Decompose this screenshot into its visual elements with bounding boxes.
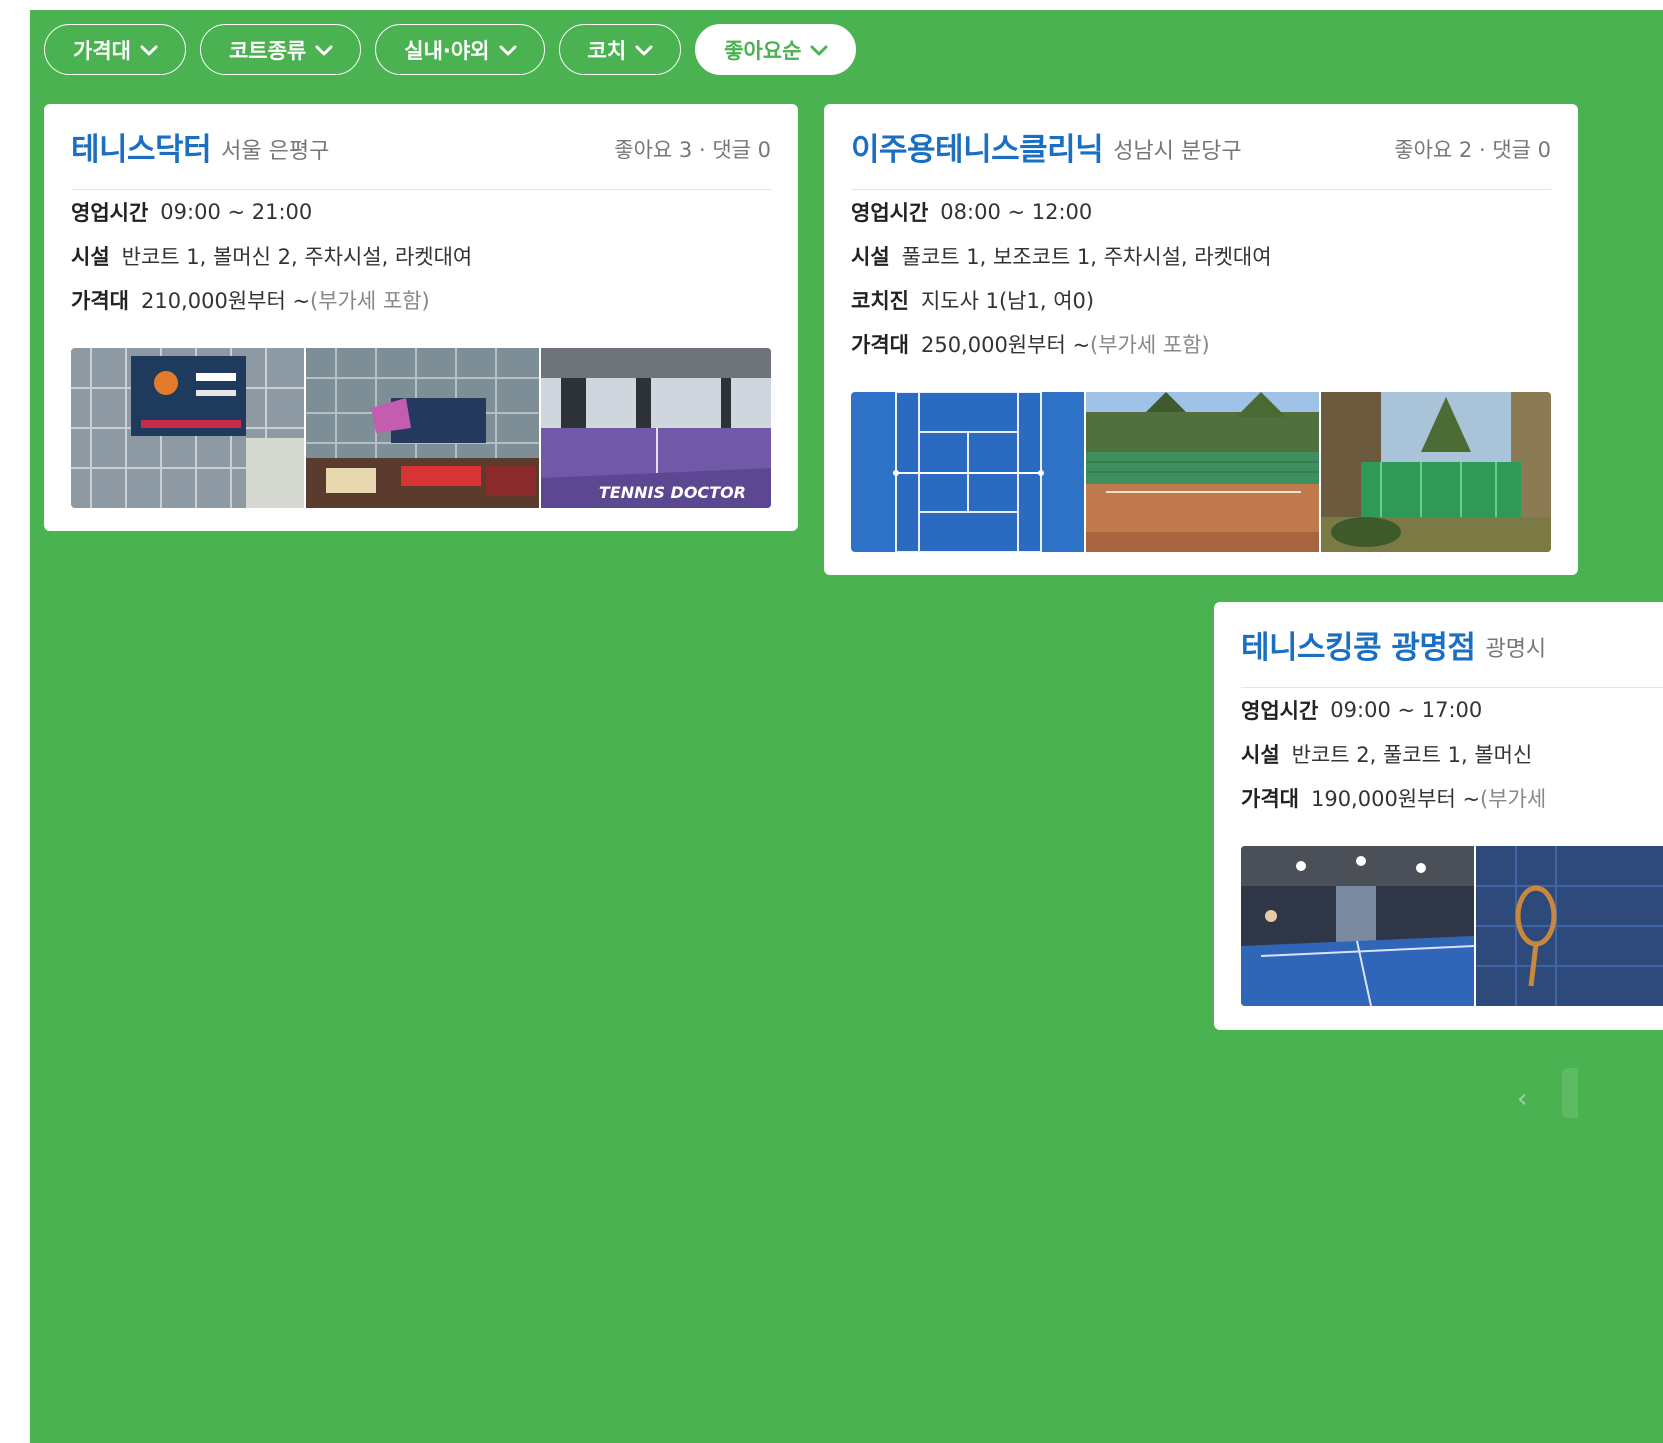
hours-value: 09:00 ~ 21:00 (160, 200, 313, 224)
photo-strip[interactable] (851, 392, 1551, 552)
hours-value: 09:00 ~ 17:00 (1330, 698, 1483, 722)
court-region: 성남시 분당구 (1113, 138, 1242, 164)
facility-label: 시설 (851, 245, 890, 269)
filter-indoor-outdoor-label: 실내·야외 (404, 38, 490, 63)
chevron-down-icon (139, 40, 159, 60)
chevron-down-icon (314, 40, 334, 60)
facility-value: 반코트 2, 풀코트 1, 볼머신 (1291, 743, 1533, 767)
price-value: 250,000원부터 ~ (920, 333, 1091, 357)
hours-label: 영업시간 (71, 201, 149, 225)
facility-value: 풀코트 1, 보조코트 1, 주차시설, 라켓대여 (901, 245, 1272, 269)
court-name[interactable]: 이주용테니스클리닉 (851, 124, 1104, 169)
coach-label: 코치진 (851, 289, 909, 313)
price-note: (부가세 포함) (1090, 333, 1210, 357)
court-photo[interactable] (1086, 392, 1319, 552)
card-header: 이주용테니스클리닉 성남시 분당구 좋아요 2 · 댓글 0 (851, 104, 1551, 190)
like-comment-count: 좋아요 2 · 댓글 0 (1394, 137, 1551, 162)
building-photo[interactable] (306, 348, 539, 508)
court-diagram-photo[interactable] (851, 392, 1084, 552)
price-label: 가격대 (71, 289, 129, 313)
chevron-down-icon (498, 40, 518, 60)
price-row: 가격대 250,000원부터 ~ (부가세 포함) (851, 322, 1551, 366)
coach-row: 코치진 지도사 1(남1, 여0) (851, 278, 1551, 322)
filter-indoor-outdoor[interactable]: 실내·야외 (375, 24, 545, 75)
indoor-court-photo[interactable] (1476, 846, 1663, 1006)
hours-label: 영업시간 (1241, 699, 1319, 723)
court-card[interactable]: 테니스닥터 서울 은평구 좋아요 3 · 댓글 0 영업시간 09:00 ~ 2… (44, 104, 798, 531)
results-panel: 가격대 코트종류 실내·야외 코치 좋아요순 테니스닥터 서울 은평구 좋아요 … (30, 10, 1663, 1443)
filter-bar: 가격대 코트종류 실내·야외 코치 좋아요순 (44, 24, 857, 75)
sort-dropdown[interactable]: 좋아요순 (695, 24, 857, 75)
pager-prev-button[interactable]: ‹ (1517, 1084, 1527, 1114)
filter-coach-label: 코치 (587, 38, 627, 63)
building-photo[interactable] (71, 348, 304, 508)
price-note: (부가세 포함) (310, 289, 430, 313)
price-row: 가격대 190,000원부터 ~ (부가세 (1241, 776, 1663, 820)
facility-row: 시설 반코트 2, 풀코트 1, 볼머신 (1241, 732, 1663, 776)
photo-strip[interactable] (1241, 846, 1663, 1006)
price-label: 가격대 (851, 333, 909, 357)
card-header: 테니스킹콩 광명점 광명시 (1241, 602, 1663, 688)
like-comment-count: 좋아요 3 · 댓글 0 (614, 137, 771, 162)
indoor-court-photo[interactable] (1241, 846, 1474, 1006)
price-value: 190,000원부터 ~ (1310, 787, 1481, 811)
filter-court-type[interactable]: 코트종류 (199, 24, 362, 75)
court-name[interactable]: 테니스닥터 (71, 124, 212, 169)
hours-row: 영업시간 08:00 ~ 12:00 (851, 190, 1551, 234)
chevron-down-icon (809, 40, 829, 60)
photo-strip[interactable]: TENNIS DOCTOR (71, 348, 771, 508)
filter-court-type-label: 코트종류 (228, 38, 307, 63)
facility-row: 시설 풀코트 1, 보조코트 1, 주차시설, 라켓대여 (851, 234, 1551, 278)
pager-page-button[interactable] (1562, 1068, 1578, 1118)
sort-label: 좋아요순 (724, 38, 802, 63)
court-name[interactable]: 테니스킹콩 광명점 (1241, 622, 1476, 667)
filter-coach[interactable]: 코치 (558, 24, 682, 75)
facility-label: 시설 (1241, 743, 1280, 767)
court-photo[interactable]: TENNIS DOCTOR (541, 348, 771, 508)
price-value: 210,000원부터 ~ (140, 289, 311, 313)
price-note: (부가세 (1480, 787, 1547, 811)
price-row: 가격대 210,000원부터 ~ (부가세 포함) (71, 278, 771, 322)
court-region: 서울 은평구 (221, 138, 330, 164)
photo-caption: TENNIS DOCTOR (599, 483, 746, 502)
coach-value: 지도사 1(남1, 여0) (920, 289, 1095, 313)
filter-price[interactable]: 가격대 (44, 24, 186, 75)
facility-label: 시설 (71, 245, 110, 269)
court-card[interactable]: 테니스킹콩 광명점 광명시 영업시간 09:00 ~ 17:00 시설 반코트 … (1214, 602, 1663, 1030)
filter-price-label: 가격대 (73, 38, 131, 63)
court-photo[interactable] (1321, 392, 1551, 552)
court-card[interactable]: 이주용테니스클리닉 성남시 분당구 좋아요 2 · 댓글 0 영업시간 08:0… (824, 104, 1578, 575)
price-label: 가격대 (1241, 787, 1299, 811)
hours-row: 영업시간 09:00 ~ 21:00 (71, 190, 771, 234)
chevron-down-icon (634, 40, 654, 60)
hours-value: 08:00 ~ 12:00 (940, 200, 1093, 224)
hours-row: 영업시간 09:00 ~ 17:00 (1241, 688, 1663, 732)
facility-value: 반코트 1, 볼머신 2, 주차시설, 라켓대여 (121, 245, 473, 269)
hours-label: 영업시간 (851, 201, 929, 225)
card-header: 테니스닥터 서울 은평구 좋아요 3 · 댓글 0 (71, 104, 771, 190)
facility-row: 시설 반코트 1, 볼머신 2, 주차시설, 라켓대여 (71, 234, 771, 278)
court-region: 광명시 (1485, 636, 1547, 662)
